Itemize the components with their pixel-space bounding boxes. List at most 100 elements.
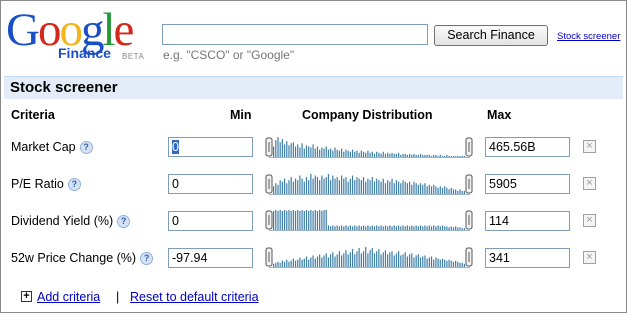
distribution-bar bbox=[332, 150, 334, 157]
distribution-bar bbox=[310, 210, 312, 230]
distribution-bar bbox=[437, 187, 439, 194]
distribution-bar bbox=[400, 183, 402, 194]
distribution-bar bbox=[330, 180, 332, 194]
distribution-bar bbox=[435, 226, 437, 230]
help-icon[interactable]: ? bbox=[67, 178, 81, 192]
distribution-bar bbox=[435, 186, 437, 194]
criteria-label-52w-price-change: 52w Price Change (%)? bbox=[11, 251, 154, 266]
criteria-label-text: Dividend Yield (%) bbox=[11, 214, 114, 228]
distribution-bar bbox=[349, 151, 351, 157]
add-criteria-link[interactable]: Add criteria bbox=[37, 290, 100, 304]
distribution-bar bbox=[463, 190, 466, 194]
pe-ratio-min-input[interactable]: 0 bbox=[168, 174, 253, 194]
distribution-bar bbox=[426, 226, 428, 230]
distribution-bar bbox=[297, 144, 299, 157]
distribution-bar bbox=[439, 226, 441, 230]
distribution-bar bbox=[387, 152, 389, 157]
distribution-bar bbox=[376, 151, 378, 157]
remove-criteria-icon[interactable]: × bbox=[583, 251, 596, 264]
search-finance-button[interactable]: Search Finance bbox=[434, 25, 548, 46]
distribution-bar bbox=[292, 210, 294, 230]
distribution-bar bbox=[292, 258, 294, 267]
distribution-bar bbox=[378, 249, 380, 267]
distribution-bar bbox=[316, 256, 319, 267]
distribution-bar bbox=[277, 261, 279, 267]
distribution-bar bbox=[406, 183, 408, 194]
distribution-bar bbox=[371, 248, 373, 267]
distribution-bar bbox=[299, 175, 301, 194]
distribution-bar bbox=[323, 178, 325, 194]
distribution-bar bbox=[358, 178, 360, 194]
remove-criteria-icon[interactable]: × bbox=[583, 140, 596, 153]
distribution-bar bbox=[321, 210, 323, 230]
distribution-bar bbox=[347, 254, 349, 267]
price-change-distribution-slider[interactable] bbox=[265, 245, 474, 269]
distribution-bar bbox=[384, 153, 387, 157]
distribution-bar bbox=[433, 184, 435, 194]
market-cap-max-input[interactable]: 465.56B bbox=[485, 137, 570, 157]
dividend-yield-distribution-slider[interactable] bbox=[265, 208, 474, 232]
distribution-bar bbox=[463, 155, 466, 157]
distribution-bar bbox=[428, 154, 430, 157]
distribution-bar bbox=[281, 210, 283, 230]
distribution-bar bbox=[435, 257, 437, 267]
market-cap-min-input[interactable]: 0 bbox=[168, 137, 253, 157]
distribution-bar bbox=[290, 177, 292, 194]
distribution-bar bbox=[343, 151, 345, 157]
distribution-bar bbox=[404, 181, 406, 194]
google-finance-logo[interactable]: Google Finance BETA bbox=[6, 4, 156, 66]
distribution-bar bbox=[426, 154, 428, 157]
plus-icon[interactable]: + bbox=[21, 291, 32, 302]
distribution-bar bbox=[413, 153, 415, 157]
distribution-bar bbox=[430, 155, 433, 157]
distribution-bar bbox=[345, 250, 347, 267]
remove-criteria-icon[interactable]: × bbox=[583, 214, 596, 227]
help-icon[interactable]: ? bbox=[140, 252, 154, 266]
distribution-bar bbox=[362, 251, 365, 267]
pe-ratio-max-input[interactable]: 5905 bbox=[485, 174, 570, 194]
distribution-bar bbox=[459, 189, 461, 194]
distribution-bar bbox=[321, 147, 323, 157]
distribution-bar bbox=[314, 148, 316, 157]
reset-criteria-link[interactable]: Reset to default criteria bbox=[130, 290, 259, 304]
distribution-bar bbox=[305, 210, 308, 230]
distribution-bar bbox=[419, 183, 422, 194]
distribution-bar bbox=[450, 155, 452, 157]
distribution-bar bbox=[446, 154, 448, 157]
distribution-bar bbox=[455, 189, 457, 194]
market-cap-distribution-slider[interactable] bbox=[265, 135, 474, 159]
help-icon[interactable]: ? bbox=[79, 141, 93, 155]
stock-screener-link[interactable]: Stock screener bbox=[557, 31, 620, 42]
distribution-bar bbox=[360, 226, 362, 230]
distribution-bar bbox=[273, 186, 275, 194]
distribution-bar bbox=[356, 226, 358, 230]
distribution-bar bbox=[371, 151, 373, 157]
distribution-bar bbox=[441, 258, 444, 267]
distribution-bar bbox=[450, 187, 452, 194]
distribution-bar bbox=[415, 225, 417, 230]
distribution-bar bbox=[279, 142, 281, 157]
distribution-bar bbox=[358, 225, 360, 230]
price-change-max-input[interactable]: 341 bbox=[485, 248, 570, 268]
distribution-bar bbox=[283, 261, 286, 267]
distribution-bar bbox=[389, 153, 391, 157]
logo-letter: G bbox=[6, 4, 40, 56]
distribution-bar bbox=[428, 225, 430, 230]
distribution-bar bbox=[308, 210, 310, 230]
dividend-yield-min-input[interactable]: 0 bbox=[168, 211, 253, 231]
dividend-yield-max-input[interactable]: 114 bbox=[485, 211, 570, 231]
distribution-bar bbox=[334, 226, 336, 230]
distribution-bar bbox=[459, 155, 461, 157]
help-icon[interactable]: ? bbox=[117, 215, 131, 229]
distribution-bar bbox=[319, 254, 321, 267]
distribution-bar bbox=[373, 253, 376, 267]
distribution-bar bbox=[430, 226, 433, 230]
remove-criteria-icon[interactable]: × bbox=[583, 177, 596, 190]
price-change-min-value: -97.94 bbox=[172, 251, 208, 265]
distribution-bar bbox=[283, 178, 286, 194]
distribution-bar bbox=[389, 252, 391, 267]
price-change-min-input[interactable]: -97.94 bbox=[168, 248, 253, 268]
search-input[interactable] bbox=[162, 24, 428, 45]
pe-ratio-distribution-slider[interactable] bbox=[265, 172, 474, 196]
distribution-bar bbox=[384, 225, 387, 230]
